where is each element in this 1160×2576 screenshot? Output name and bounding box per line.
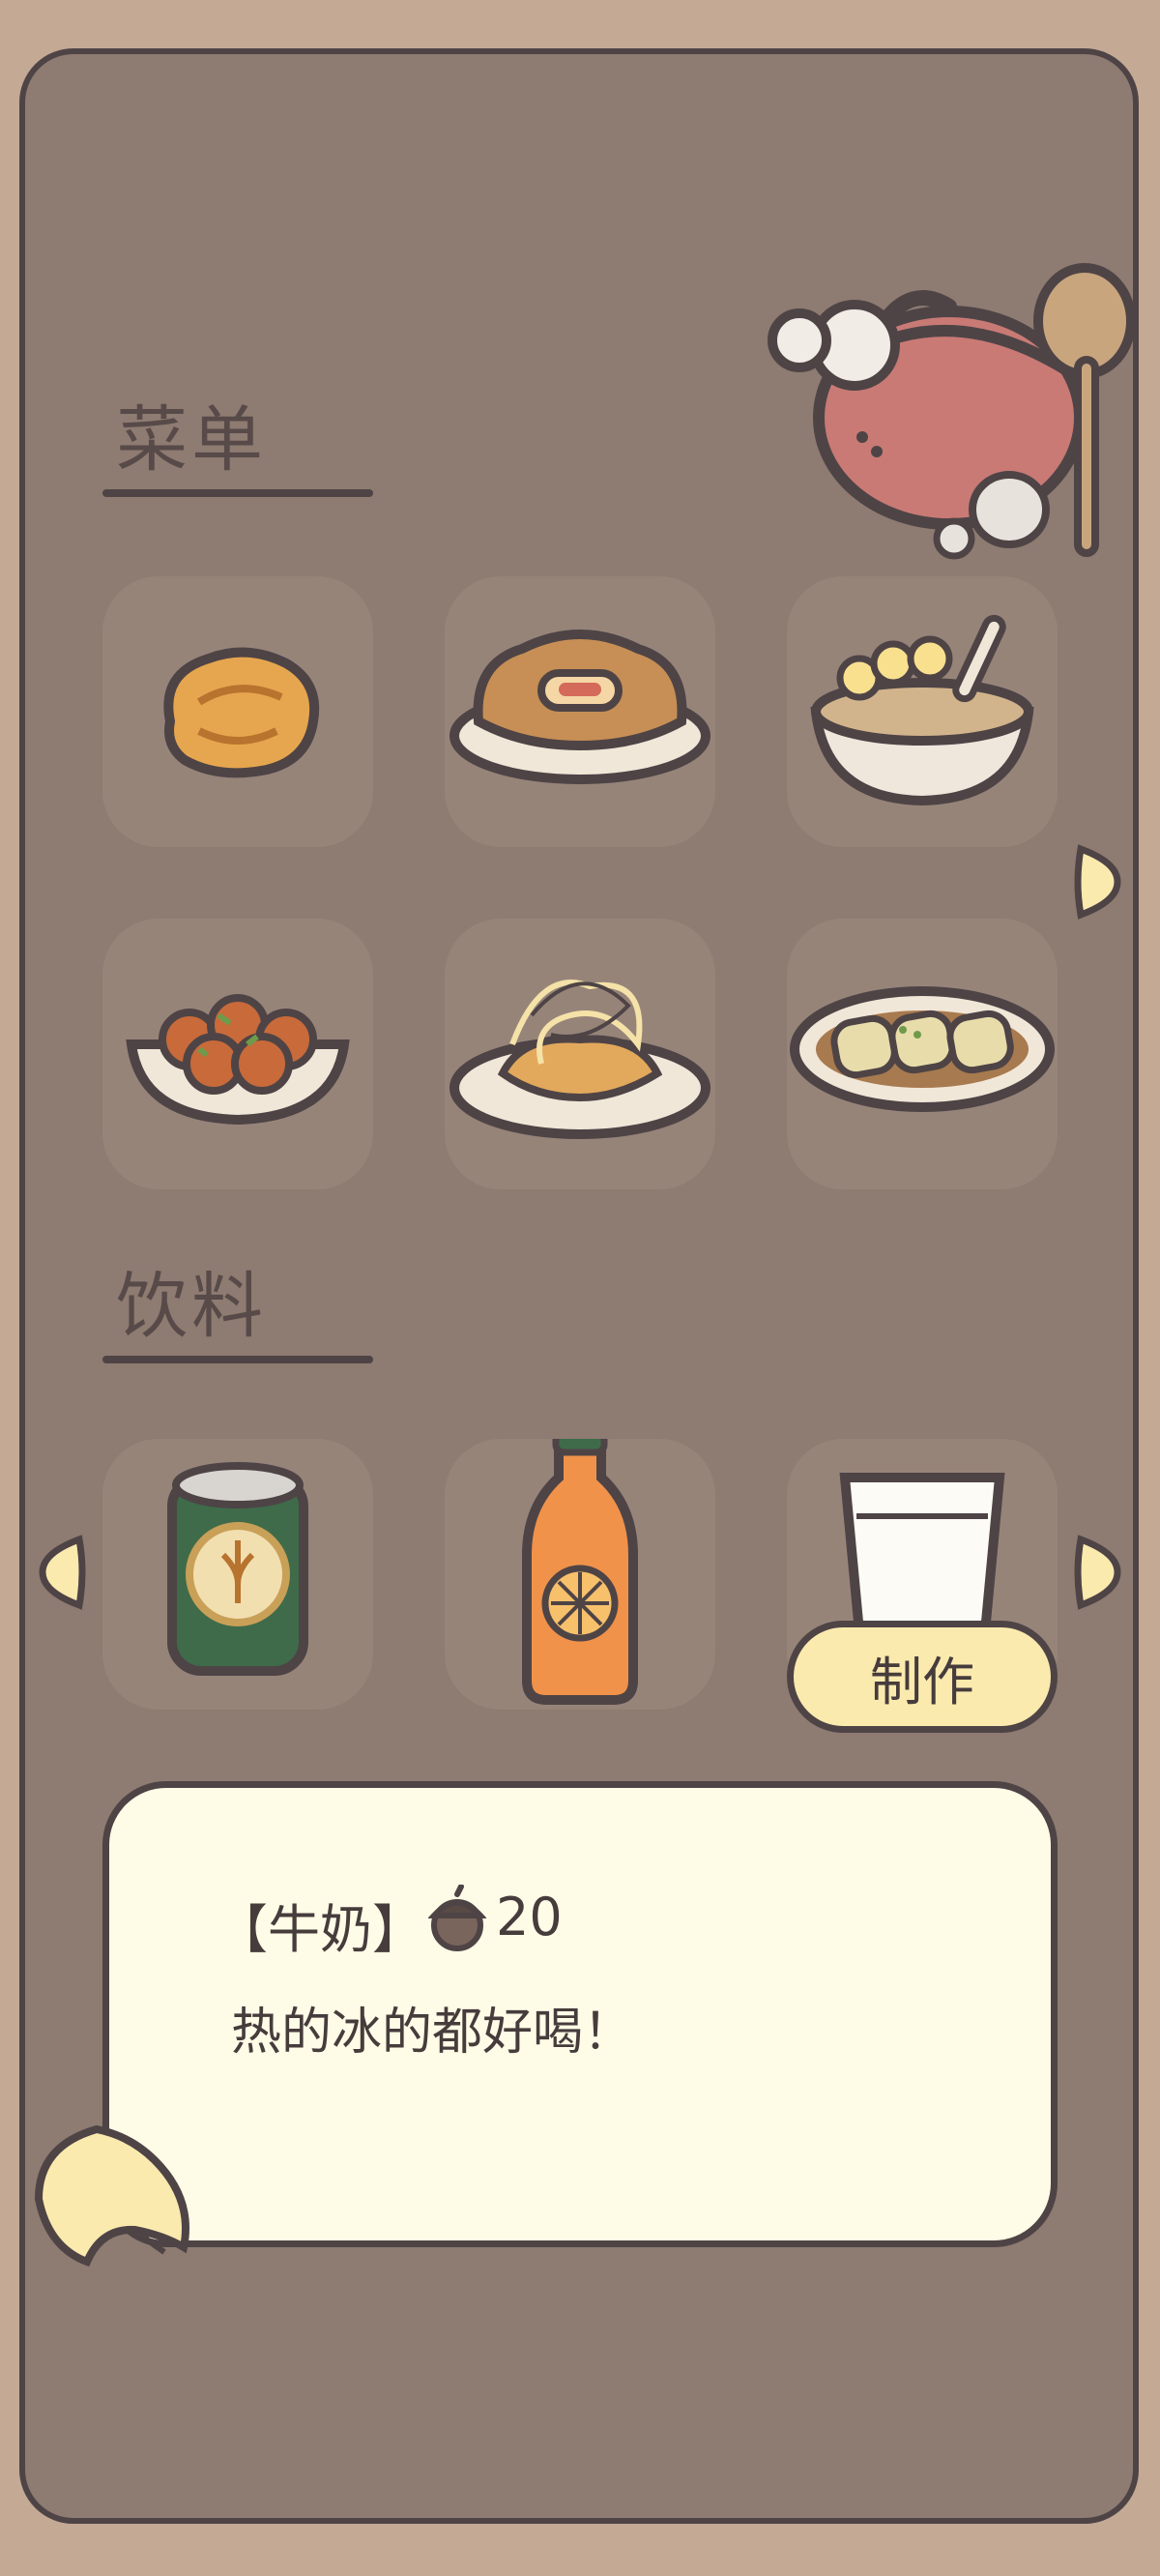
- drink-item-2[interactable]: [445, 1439, 715, 1710]
- item-description: 热的冰的都好喝！: [231, 2004, 634, 2062]
- menu-section-title: 菜单: [116, 398, 267, 482]
- drinks-section-title: 饮料: [116, 1265, 267, 1348]
- menu-item-2[interactable]: [445, 576, 715, 847]
- beer-can-icon: [167, 1462, 308, 1676]
- menu-item-1[interactable]: [102, 576, 373, 847]
- dessert-bowl-icon: [810, 614, 1034, 806]
- make-button[interactable]: 制作: [787, 1621, 1058, 1733]
- speech-bubble-tail-icon: [34, 2124, 189, 2267]
- drinks-title-underline: [102, 1356, 373, 1363]
- rice-rolls-plate-icon: [790, 986, 1055, 1112]
- menu-item-3[interactable]: [787, 576, 1058, 847]
- takoyaki-plate-icon: [126, 994, 350, 1126]
- drinks-prev-arrow-icon[interactable]: [39, 1534, 87, 1611]
- fried-cake-icon: [163, 647, 320, 778]
- menu-item-6[interactable]: [787, 919, 1058, 1189]
- drinks-next-arrow-icon[interactable]: [1073, 1534, 1121, 1611]
- item-name: 【牛奶】: [216, 1899, 424, 1960]
- orange-soda-bottle-icon: [522, 1439, 638, 1705]
- acorn-icon: [428, 1885, 486, 1951]
- drink-item-1[interactable]: [102, 1439, 373, 1710]
- flower-cake-plate-icon: [450, 629, 710, 784]
- menu-title-underline: [102, 489, 373, 497]
- cooking-pot-icon: [768, 263, 1133, 560]
- menu-next-arrow-icon[interactable]: [1073, 843, 1121, 921]
- item-detail-dialog: 【牛奶】 20 热的冰的都好喝！: [102, 1781, 1058, 2247]
- noodle-plate-icon: [450, 980, 710, 1139]
- menu-item-5[interactable]: [445, 919, 715, 1189]
- menu-item-4[interactable]: [102, 919, 373, 1189]
- item-price: 20: [496, 1887, 563, 1947]
